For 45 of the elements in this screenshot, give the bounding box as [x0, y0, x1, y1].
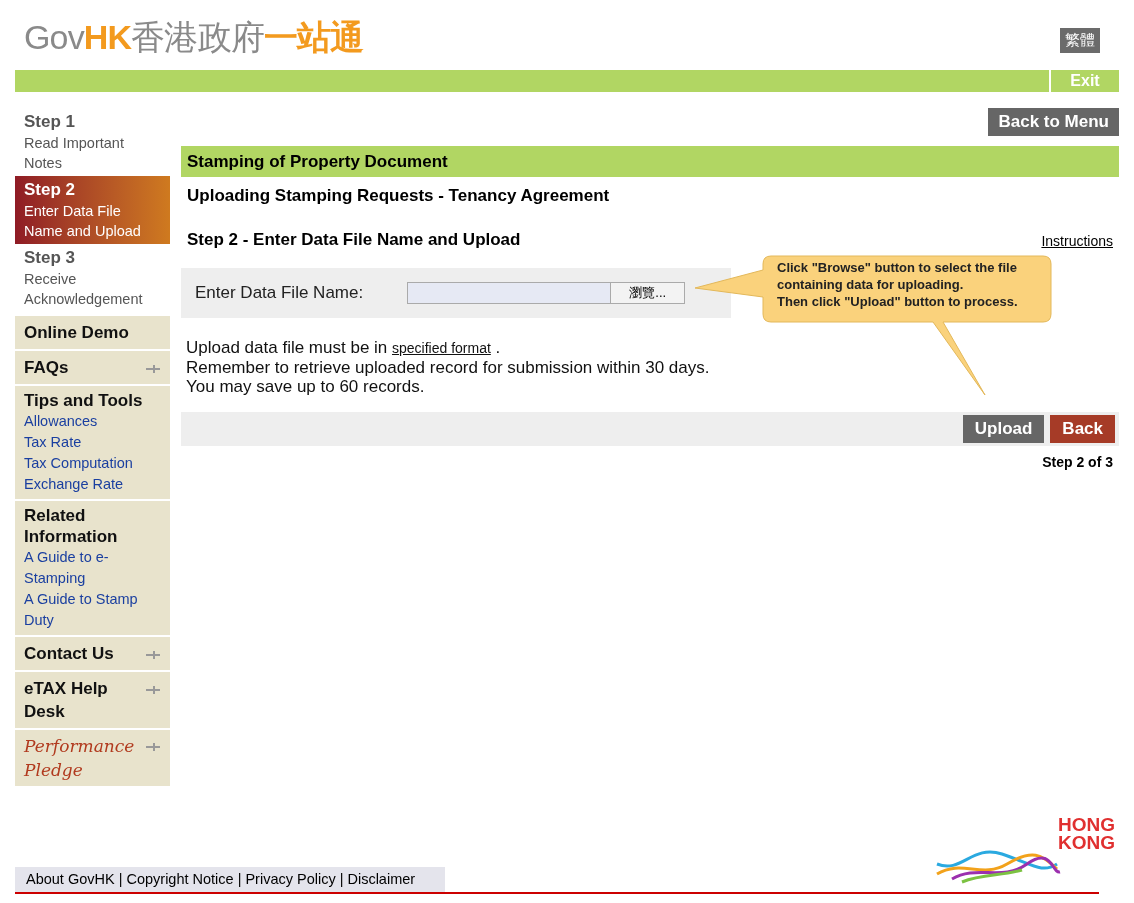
sidebar-link[interactable]: Allowances [24, 411, 161, 432]
page-subtitle: Uploading Stamping Requests - Tenancy Agreement [186, 185, 611, 207]
field-label: Enter Data File Name: [195, 282, 364, 305]
sidebar-link[interactable]: Tax Rate [24, 432, 161, 453]
plus-arrow-icon [145, 650, 161, 660]
step-item[interactable]: Step 1 Read Important Notes [15, 108, 170, 176]
specified-format-link[interactable]: specified format [392, 340, 491, 356]
callout-text: Click "Browse" button to select the file containing data for uploading. Then click "Upload" button to process. [777, 259, 1019, 310]
section-heading: Tips and Tools [24, 390, 144, 411]
hong-kong-logo-text: HONG KONG [1058, 816, 1115, 852]
menu-item[interactable]: Contact Us [15, 637, 170, 670]
note-text: Upload data file must be in specified format . [186, 338, 502, 358]
sidebar-link[interactable]: A Guide to Stamp Duty [24, 589, 161, 631]
note-text: You may save up to 60 records. [186, 377, 426, 396]
step-item[interactable]: Step 2 Enter Data File Name and Upload [15, 176, 170, 244]
section-heading: Related Information [24, 505, 119, 547]
language-button[interactable]: 繁體 [1060, 28, 1100, 53]
section-title-bar: Stamping of Property Document [181, 145, 1119, 177]
browse-button[interactable]: 瀏覽... [610, 283, 685, 303]
step-heading: Step 2 - Enter Data File Name and Upload [187, 228, 521, 251]
footer-link[interactable]: Privacy Policy [245, 868, 336, 891]
back-to-menu-button[interactable]: Back to Menu [988, 108, 1119, 136]
step-indicator: Step 2 of 3 [1042, 453, 1113, 472]
sidebar-link[interactable]: A Guide to e-Stamping [24, 547, 161, 589]
sidebar-link[interactable]: Tax Computation [24, 453, 161, 474]
plus-arrow-icon [145, 742, 161, 752]
separator-text: | [339, 869, 344, 889]
footer-link[interactable]: About GovHK [26, 868, 115, 891]
plus-arrow-icon [145, 685, 161, 695]
footer-link[interactable]: Disclaimer [347, 868, 416, 891]
file-input-field[interactable]: 瀏覽... [407, 282, 686, 304]
plus-arrow-icon [145, 364, 161, 374]
upload-button[interactable]: Upload [962, 415, 1045, 443]
menu-item[interactable]: FAQs [15, 351, 170, 384]
step-item[interactable]: Step 3 Receive Acknowledgement [15, 244, 170, 312]
note-text: Remember to retrieve uploaded record for submission within 30 days. [186, 358, 711, 377]
instructions-link[interactable]: Instructions [1041, 231, 1113, 252]
menu-item[interactable]: Online Demo [15, 316, 170, 349]
separator-text: | [118, 869, 123, 889]
sidebar-link[interactable]: Exchange Rate [24, 474, 161, 495]
back-button[interactable]: Back [1050, 415, 1115, 443]
footer-link[interactable]: Copyright Notice [126, 868, 234, 891]
menu-item[interactable]: Performance Pledge [15, 730, 170, 786]
menu-item[interactable]: eTAX Help Desk [15, 672, 170, 728]
separator-text: | [237, 869, 242, 889]
